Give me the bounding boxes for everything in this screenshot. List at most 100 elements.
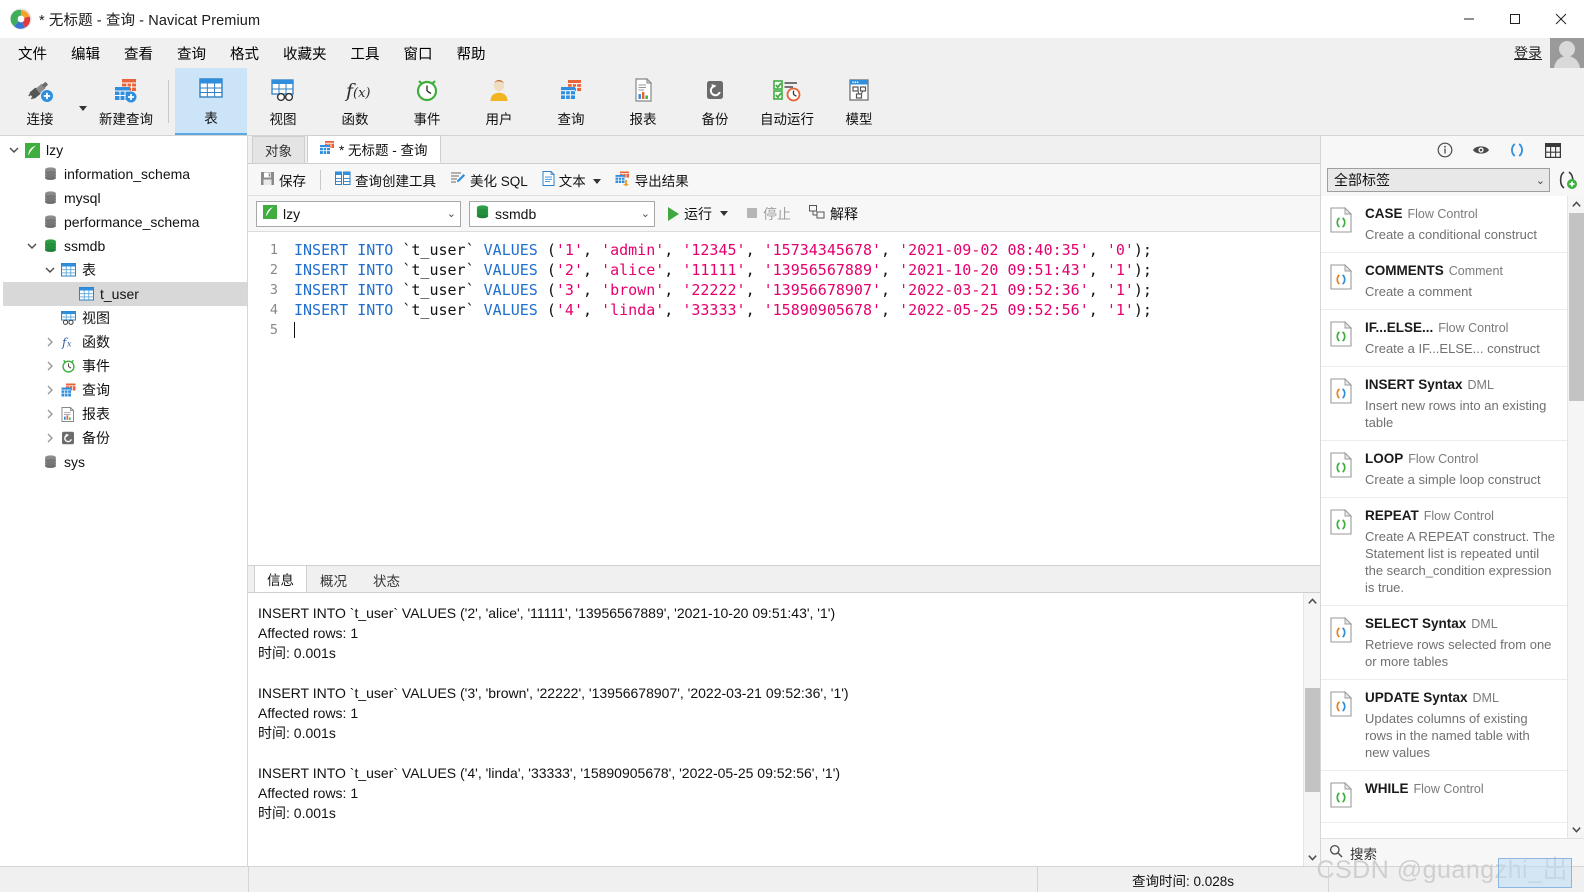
tree-node--[interactable]: f x 函数 (0, 330, 247, 354)
sql-line[interactable]: INSERT INTO `t_user` VALUES ('3', 'brown… (294, 280, 1152, 300)
ribbon-user-button[interactable]: 用户 (463, 68, 535, 135)
menu-item-help[interactable]: 帮助 (445, 39, 498, 68)
ribbon-event-button[interactable]: 事件 (391, 68, 463, 135)
snippet-item[interactable]: IF...ELSE... Flow Control Create a IF...EL… (1321, 310, 1567, 367)
chevron-down-icon[interactable]: ⌄ (443, 207, 456, 220)
scroll-thumb[interactable] (1304, 688, 1320, 792)
menu-item-query[interactable]: 查询 (165, 39, 218, 68)
menu-item-file[interactable]: 文件 (6, 39, 59, 68)
grid-icon[interactable] (1544, 141, 1562, 159)
sql-line[interactable]: INSERT INTO `t_user` VALUES ('4', 'linda… (294, 300, 1152, 320)
snippet-item[interactable]: COMMENTS Comment Create a comment (1321, 253, 1567, 310)
chevron-down-icon[interactable]: ⌄ (1532, 174, 1545, 187)
scroll-up-button[interactable] (1304, 593, 1321, 610)
chevron-down-icon[interactable] (24, 242, 40, 250)
menu-item-tools[interactable]: 工具 (339, 39, 392, 68)
snippet-item[interactable]: WHILE Flow Control (1321, 771, 1567, 823)
tab-query[interactable]: * 无标题 - 查询 (307, 135, 441, 163)
tree-node-sys[interactable]: sys (0, 450, 247, 474)
tree-node--[interactable]: 事件 (0, 354, 247, 378)
tree-node-ssmdb[interactable]: ssmdb (0, 234, 247, 258)
chevron-right-icon[interactable] (42, 337, 58, 347)
snippet-item[interactable]: UPDATE Syntax DML Updates columns of exist… (1321, 680, 1567, 771)
sql-line[interactable]: INSERT INTO `t_user` VALUES ('1', 'admin… (294, 240, 1152, 260)
eye-icon[interactable] (1472, 141, 1490, 159)
tab-status[interactable]: 状态 (360, 566, 413, 592)
scroll-track[interactable] (1304, 610, 1321, 849)
tree-node--[interactable]: 视图 (0, 306, 247, 330)
tree-node-lzy[interactable]: lzy (0, 138, 247, 162)
menu-item-favorites[interactable]: 收藏夹 (271, 39, 339, 68)
tree-node--[interactable]: 报表 (0, 402, 247, 426)
tab-objects[interactable]: 对象 (252, 136, 305, 163)
connection-dropdown-arrow[interactable] (76, 68, 90, 135)
menu-item-view[interactable]: 查看 (112, 39, 165, 68)
chevron-right-icon[interactable] (42, 409, 58, 419)
scroll-down-button[interactable] (1568, 821, 1584, 838)
tree-node-mysql[interactable]: mysql (0, 186, 247, 210)
sql-editor[interactable]: 1 2 3 4 5 INSERT INTO `t_user` VALUES ('1', … (248, 232, 1320, 566)
chevron-down-icon[interactable] (6, 146, 22, 154)
tab-messages[interactable]: 信息 (254, 565, 307, 592)
ribbon-model-button[interactable]: 模型 (823, 68, 895, 135)
scroll-thumb[interactable] (1568, 213, 1584, 401)
run-button[interactable]: 运行 (663, 201, 733, 227)
query-builder-button[interactable]: 查询创建工具 (329, 167, 442, 193)
messages-scrollbar[interactable] (1303, 593, 1320, 866)
info-icon[interactable] (1436, 141, 1454, 159)
snippet-item[interactable]: INSERT Syntax DML Insert new rows into an … (1321, 367, 1567, 441)
ribbon-view-button[interactable]: 视图 (247, 68, 319, 135)
ribbon-query-button[interactable]: 查询 (535, 68, 607, 135)
scroll-down-button[interactable] (1304, 849, 1321, 866)
beautify-sql-button[interactable]: 美化 SQL (444, 167, 534, 193)
connection-select[interactable]: lzy ⌄ (256, 200, 461, 227)
chevron-right-icon[interactable] (42, 385, 58, 395)
tree-node--[interactable]: 备份 (0, 426, 247, 450)
run-dropdown-arrow[interactable] (720, 211, 728, 216)
login-link[interactable]: 登录 (1514, 43, 1542, 63)
ribbon-new-query-button[interactable]: 新建查询 (90, 68, 162, 135)
chevron-right-icon[interactable] (42, 361, 58, 371)
chevron-down-icon[interactable] (42, 266, 58, 274)
explain-button[interactable]: 解释 (804, 201, 863, 227)
ribbon-function-button[interactable]: f (x) 函数 (319, 68, 391, 135)
ribbon-table-button[interactable]: 表 (175, 68, 247, 135)
tag-filter-select[interactable]: 全部标签 ⌄ (1327, 168, 1550, 192)
export-result-button[interactable]: 导出结果 (609, 167, 695, 193)
ribbon-backup-button[interactable]: 备份 (679, 68, 751, 135)
ribbon-report-button[interactable]: 报表 (607, 68, 679, 135)
snippet-scrollbar[interactable] (1567, 196, 1584, 838)
ribbon-connection-button[interactable]: 连接 (4, 68, 76, 135)
snippet-list[interactable]: CASE Flow Control Create a conditional con… (1321, 196, 1584, 838)
chevron-down-icon[interactable]: ⌄ (637, 207, 650, 220)
code-parens-icon[interactable] (1508, 141, 1526, 159)
save-button[interactable]: 保存 (254, 167, 312, 193)
text-dropdown-arrow[interactable] (592, 172, 601, 187)
close-button[interactable] (1538, 0, 1584, 38)
menu-item-window[interactable]: 窗口 (392, 39, 445, 68)
snippet-item[interactable]: SELECT Syntax DML Retrieve rows selected f… (1321, 606, 1567, 680)
scroll-up-button[interactable] (1568, 196, 1584, 213)
text-button[interactable]: 文本 (536, 167, 607, 193)
avatar[interactable] (1550, 38, 1584, 68)
database-select[interactable]: ssmdb ⌄ (469, 200, 655, 227)
snippet-item[interactable]: CASE Flow Control Create a conditional con… (1321, 196, 1567, 253)
tab-profile[interactable]: 概况 (307, 566, 360, 592)
tree-node-information_schema[interactable]: information_schema (0, 162, 247, 186)
add-snippet-icon[interactable] (1556, 170, 1578, 190)
sql-line[interactable]: INSERT INTO `t_user` VALUES ('2', 'alice… (294, 260, 1152, 280)
scroll-track[interactable] (1568, 213, 1584, 821)
minimize-button[interactable] (1446, 0, 1492, 38)
ribbon-automation-button[interactable]: 自动运行 (751, 68, 823, 135)
snippet-search-row[interactable]: 搜索 (1321, 838, 1584, 866)
sql-line[interactable] (294, 320, 1152, 340)
tree-node-t_user[interactable]: t_user (0, 282, 247, 306)
tree-node--[interactable]: 查询 (0, 378, 247, 402)
tree-node-performance_schema[interactable]: performance_schema (0, 210, 247, 234)
sql-code[interactable]: INSERT INTO `t_user` VALUES ('1', 'admin… (286, 232, 1152, 340)
tree-node--[interactable]: 表 (0, 258, 247, 282)
chevron-right-icon[interactable] (42, 433, 58, 443)
maximize-button[interactable] (1492, 0, 1538, 38)
menu-item-format[interactable]: 格式 (218, 39, 271, 68)
stop-button[interactable]: 停止 (741, 201, 796, 227)
